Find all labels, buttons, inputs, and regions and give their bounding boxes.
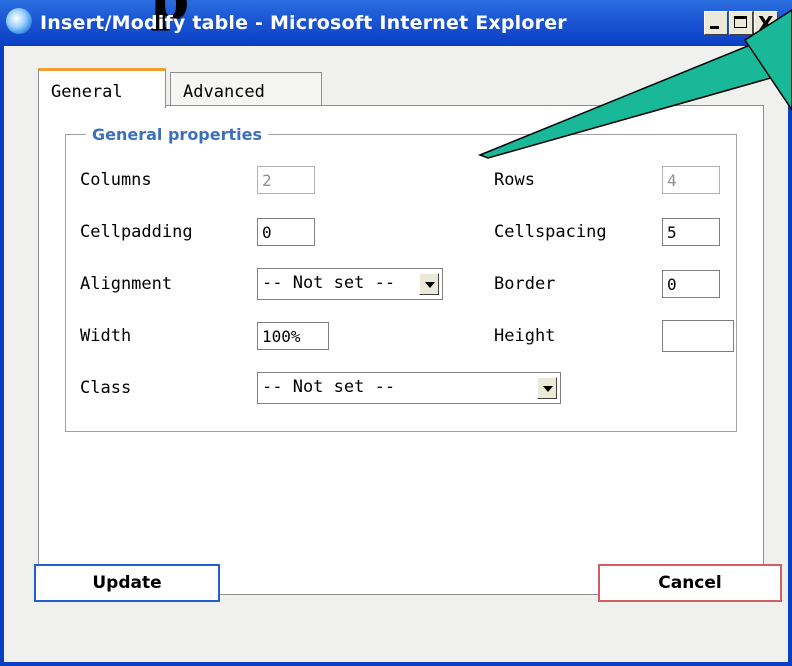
cancel-button[interactable]: Cancel (598, 564, 782, 602)
cellspacing-input[interactable] (662, 218, 720, 246)
minimize-icon (710, 26, 719, 29)
general-properties-fieldset: General properties Columns Rows Cellpadd… (65, 125, 737, 432)
height-input[interactable] (662, 320, 734, 352)
fieldset-legend: General properties (86, 125, 269, 144)
cellpadding-input[interactable] (257, 218, 315, 246)
cellpadding-label: Cellpadding (80, 222, 193, 242)
update-button[interactable]: Update (34, 564, 220, 602)
alignment-select[interactable]: -- Not set -- (257, 268, 443, 300)
columns-label: Columns (80, 170, 152, 190)
alignment-label: Alignment (80, 274, 173, 294)
general-panel: General properties Columns Rows Cellpadd… (38, 105, 764, 595)
tab-general[interactable]: General (38, 68, 166, 108)
border-input[interactable] (662, 270, 720, 298)
class-label: Class (80, 378, 132, 398)
rows-input[interactable] (662, 166, 720, 194)
alignment-select-value: -- Not set -- (262, 273, 396, 293)
minimize-button[interactable] (704, 11, 728, 35)
window-title: Insert/Modify table - Microsoft Internet… (40, 12, 567, 34)
tab-advanced[interactable]: Advanced (170, 72, 322, 106)
close-icon: X (758, 12, 774, 36)
close-button[interactable]: X (754, 11, 778, 36)
title-bar[interactable]: p Insert/Modify table - Microsoft Intern… (0, 0, 792, 46)
width-label: Width (80, 326, 132, 346)
ie-icon (6, 8, 32, 34)
height-label: Height (494, 326, 556, 346)
width-input[interactable] (257, 322, 329, 350)
class-select-value: -- Not set -- (262, 377, 396, 397)
rows-label: Rows (494, 170, 535, 190)
cellspacing-label: Cellspacing (494, 222, 607, 242)
dropdown-arrow-icon[interactable] (419, 273, 439, 295)
maximize-icon (734, 16, 747, 28)
border-label: Border (494, 274, 556, 294)
dropdown-arrow-icon[interactable] (537, 377, 557, 399)
maximize-button[interactable] (729, 11, 753, 35)
class-select[interactable]: -- Not set -- (257, 372, 561, 404)
columns-input[interactable] (257, 166, 315, 194)
